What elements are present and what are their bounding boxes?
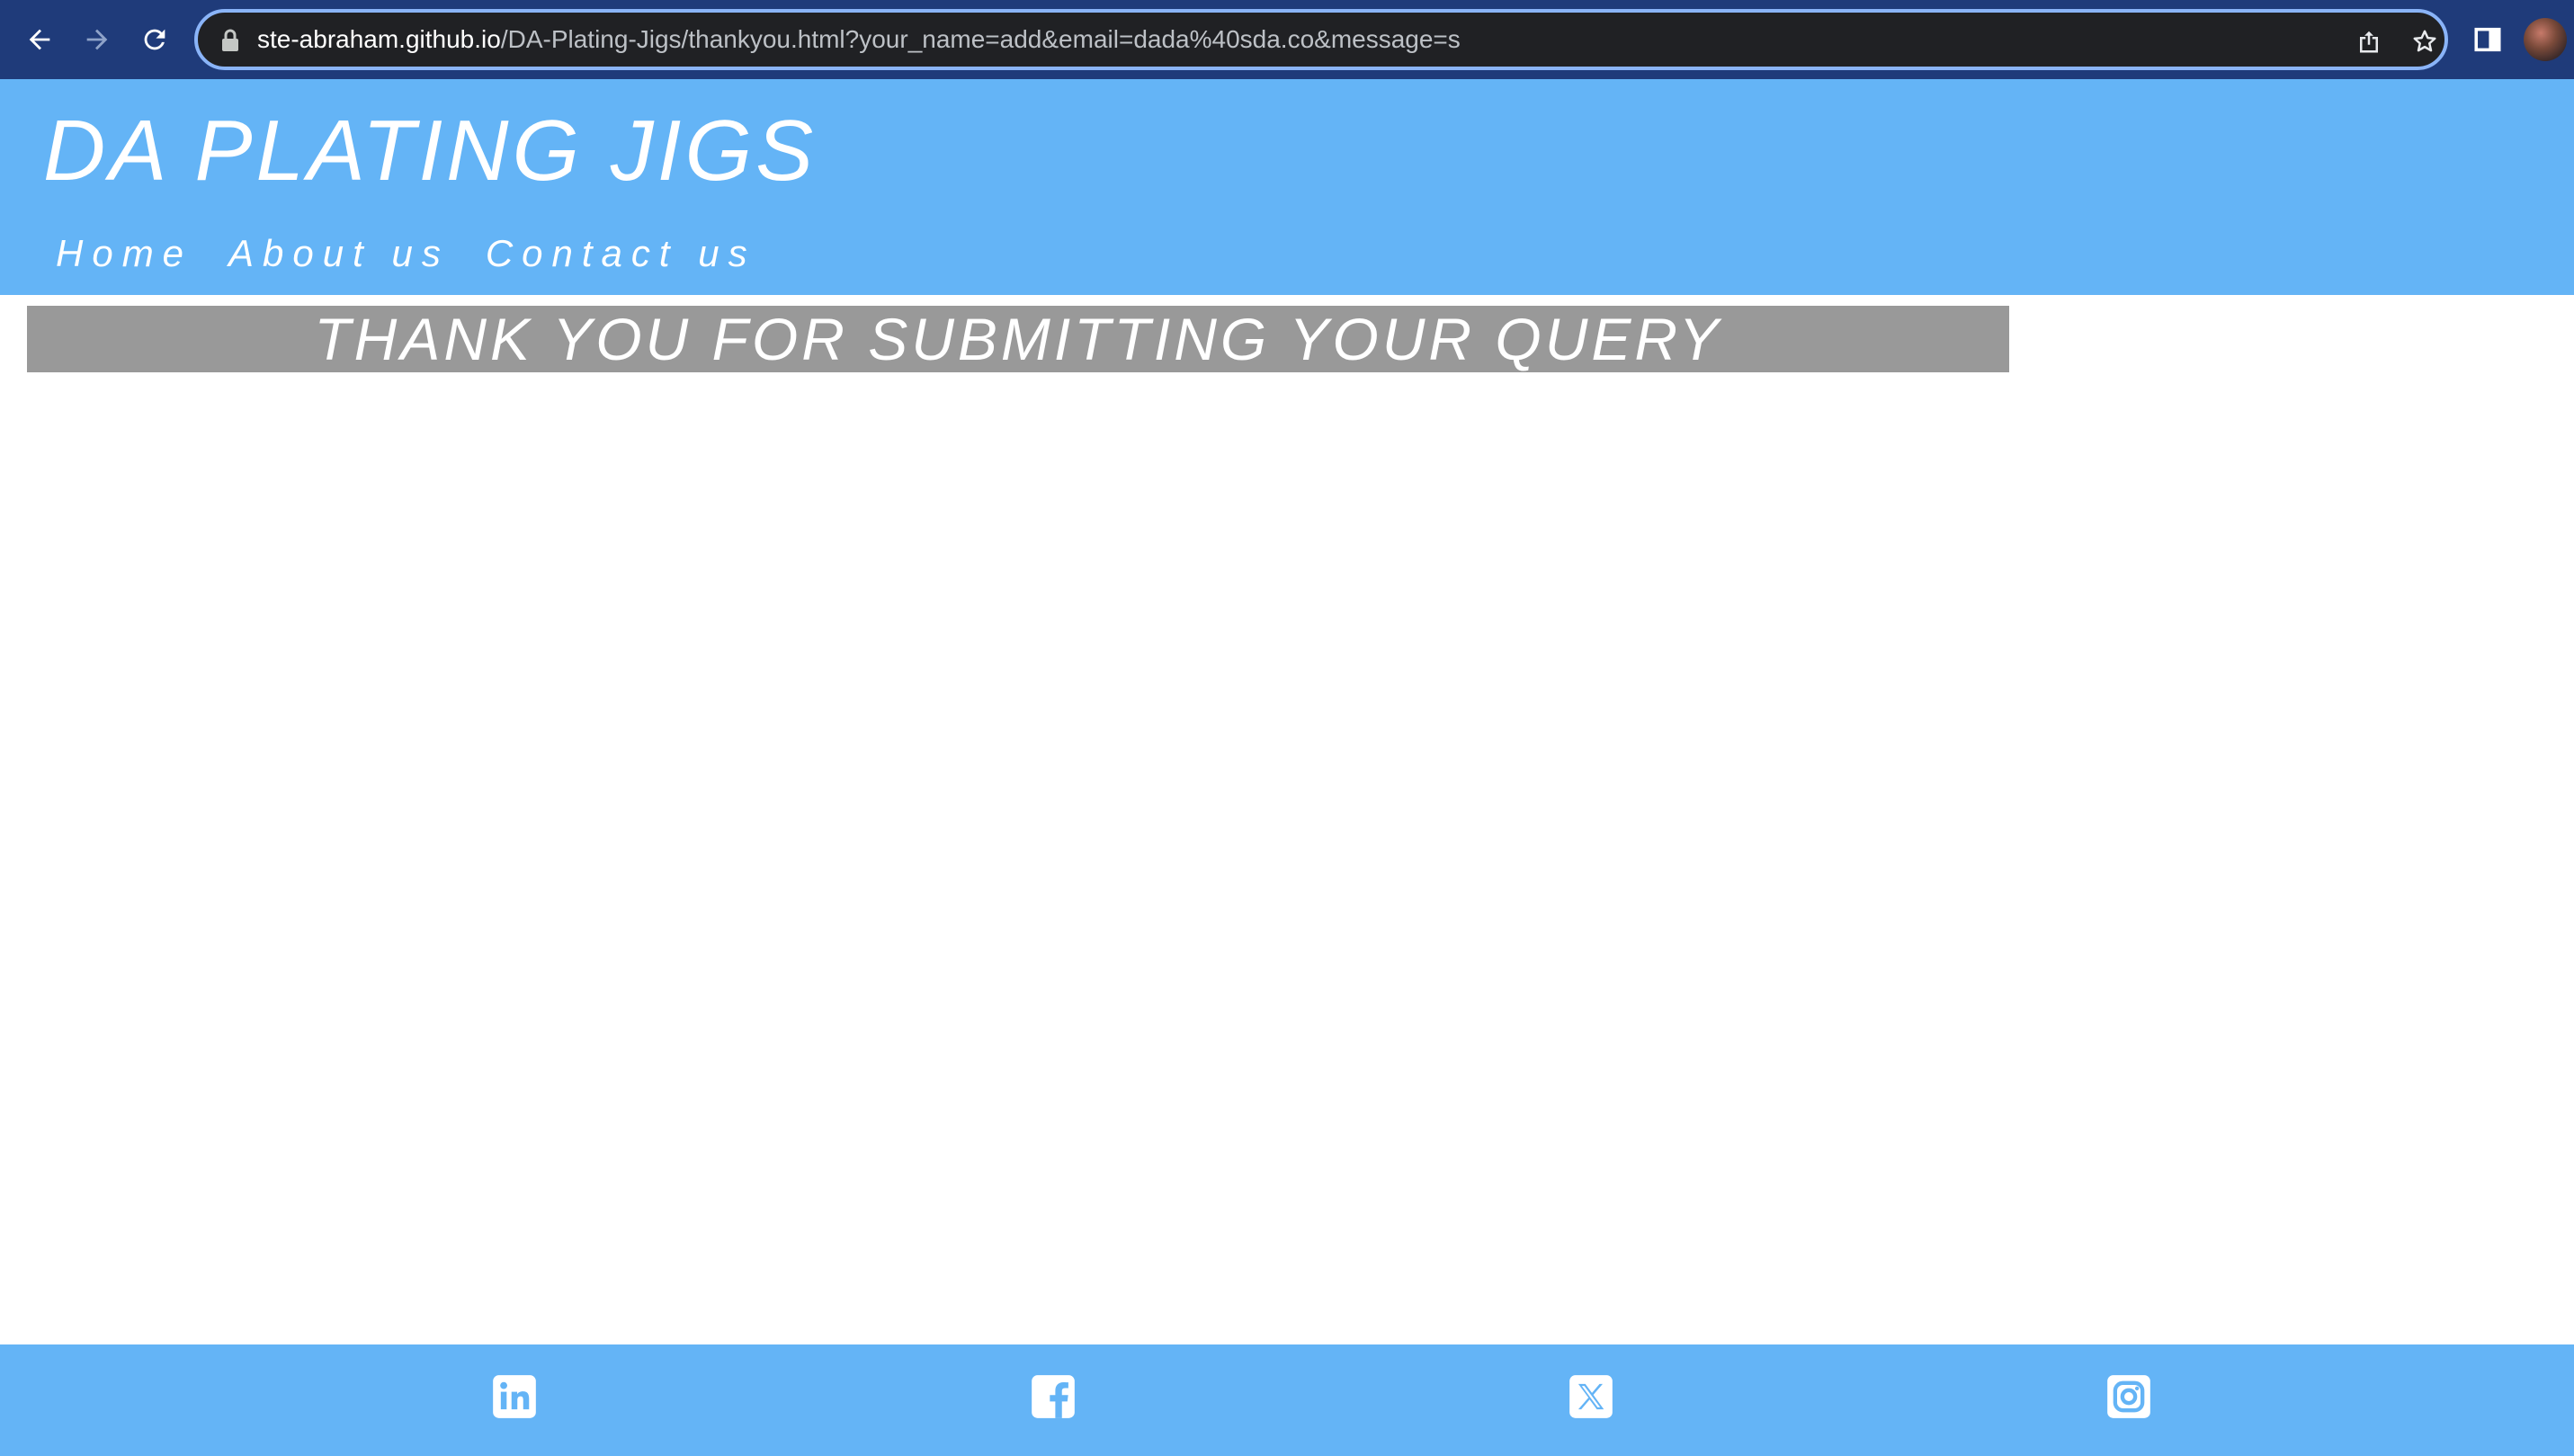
url-host: ste-abraham.github.io (257, 25, 501, 53)
site-header: DA PLATING JIGS Home About us Contact us (0, 79, 2574, 295)
address-bar[interactable]: ste-abraham.github.io/DA-Plating-Jigs/th… (194, 9, 2448, 70)
site-footer (0, 1344, 2574, 1456)
thank-you-message: THANK YOU FOR SUBMITTING YOUR QUERY (314, 306, 1722, 372)
reload-icon[interactable] (130, 14, 180, 65)
share-icon[interactable] (2351, 23, 2387, 59)
linkedin-icon[interactable] (491, 1373, 538, 1420)
bookmark-star-icon[interactable] (2407, 23, 2443, 59)
url-text[interactable]: ste-abraham.github.io/DA-Plating-Jigs/th… (257, 23, 1461, 56)
nav-link-home[interactable]: Home (56, 230, 192, 277)
url-path: /DA-Plating-Jigs/thankyou.html?your_name… (500, 25, 1461, 53)
back-icon[interactable] (14, 14, 65, 65)
main-nav: Home About us Contact us (56, 230, 756, 277)
lock-icon[interactable] (219, 29, 241, 52)
nav-link-about[interactable]: About us (228, 230, 450, 277)
facebook-icon[interactable] (1030, 1373, 1077, 1420)
instagram-icon[interactable] (2105, 1373, 2152, 1420)
x-twitter-icon[interactable] (1568, 1373, 1614, 1420)
forward-icon[interactable] (72, 14, 122, 65)
browser-toolbar: ste-abraham.github.io/DA-Plating-Jigs/th… (0, 0, 2574, 79)
side-panel-icon[interactable] (2462, 14, 2513, 65)
nav-link-contact[interactable]: Contact us (486, 230, 756, 277)
site-title[interactable]: DA PLATING JIGS (43, 97, 817, 205)
profile-avatar[interactable] (2524, 18, 2567, 61)
thank-you-banner: THANK YOU FOR SUBMITTING YOUR QUERY (27, 306, 2009, 372)
